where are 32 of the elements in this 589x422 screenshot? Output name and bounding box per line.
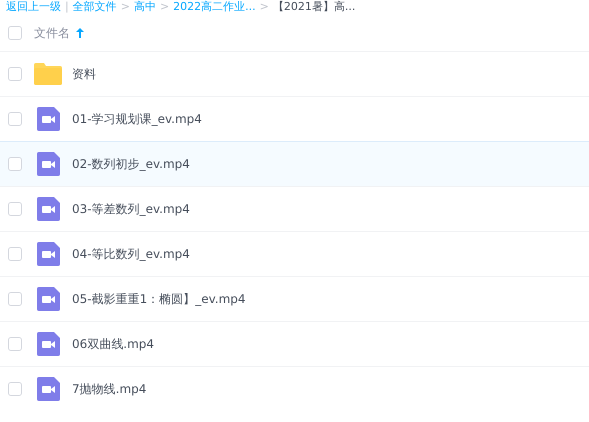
video-file-icon (34, 332, 62, 356)
video-file-icon (34, 377, 62, 401)
sort-arrow-icon[interactable] (76, 28, 84, 38)
checkbox[interactable] (8, 67, 22, 81)
checkbox[interactable] (8, 157, 22, 171)
breadcrumb-separator: > (160, 0, 170, 14)
file-name[interactable]: 05-截影重重1：椭圆】_ev.mp4 (72, 290, 246, 308)
checkbox[interactable] (8, 26, 22, 40)
breadcrumb-separator: > (260, 0, 269, 14)
file-name[interactable]: 06双曲线.mp4 (72, 335, 154, 353)
file-name[interactable]: 01-学习规划课_ev.mp4 (72, 110, 202, 128)
breadcrumb-separator: | (65, 0, 69, 14)
file-row[interactable]: 02-数列初步_ev.mp4 (0, 141, 589, 186)
checkbox[interactable] (8, 112, 22, 126)
video-file-icon (34, 242, 62, 266)
checkbox[interactable] (8, 202, 22, 216)
checkbox[interactable] (8, 247, 22, 261)
file-name[interactable]: 03-等差数列_ev.mp4 (72, 200, 190, 218)
video-file-icon (34, 152, 62, 176)
folder-icon (34, 63, 62, 85)
checkbox[interactable] (8, 292, 22, 306)
file-name[interactable]: 资料 (72, 65, 96, 83)
video-file-icon (34, 107, 62, 131)
breadcrumb-current: 【2021暑】高... (272, 0, 356, 14)
file-name[interactable]: 7抛物线.mp4 (72, 380, 146, 398)
checkbox[interactable] (8, 382, 22, 396)
breadcrumb-separator: > (120, 0, 130, 14)
checkbox[interactable] (8, 337, 22, 351)
file-name[interactable]: 02-数列初步_ev.mp4 (72, 155, 190, 173)
file-name[interactable]: 04-等比数列_ev.mp4 (72, 245, 190, 263)
video-file-icon (34, 287, 62, 311)
video-file-icon (34, 197, 62, 221)
